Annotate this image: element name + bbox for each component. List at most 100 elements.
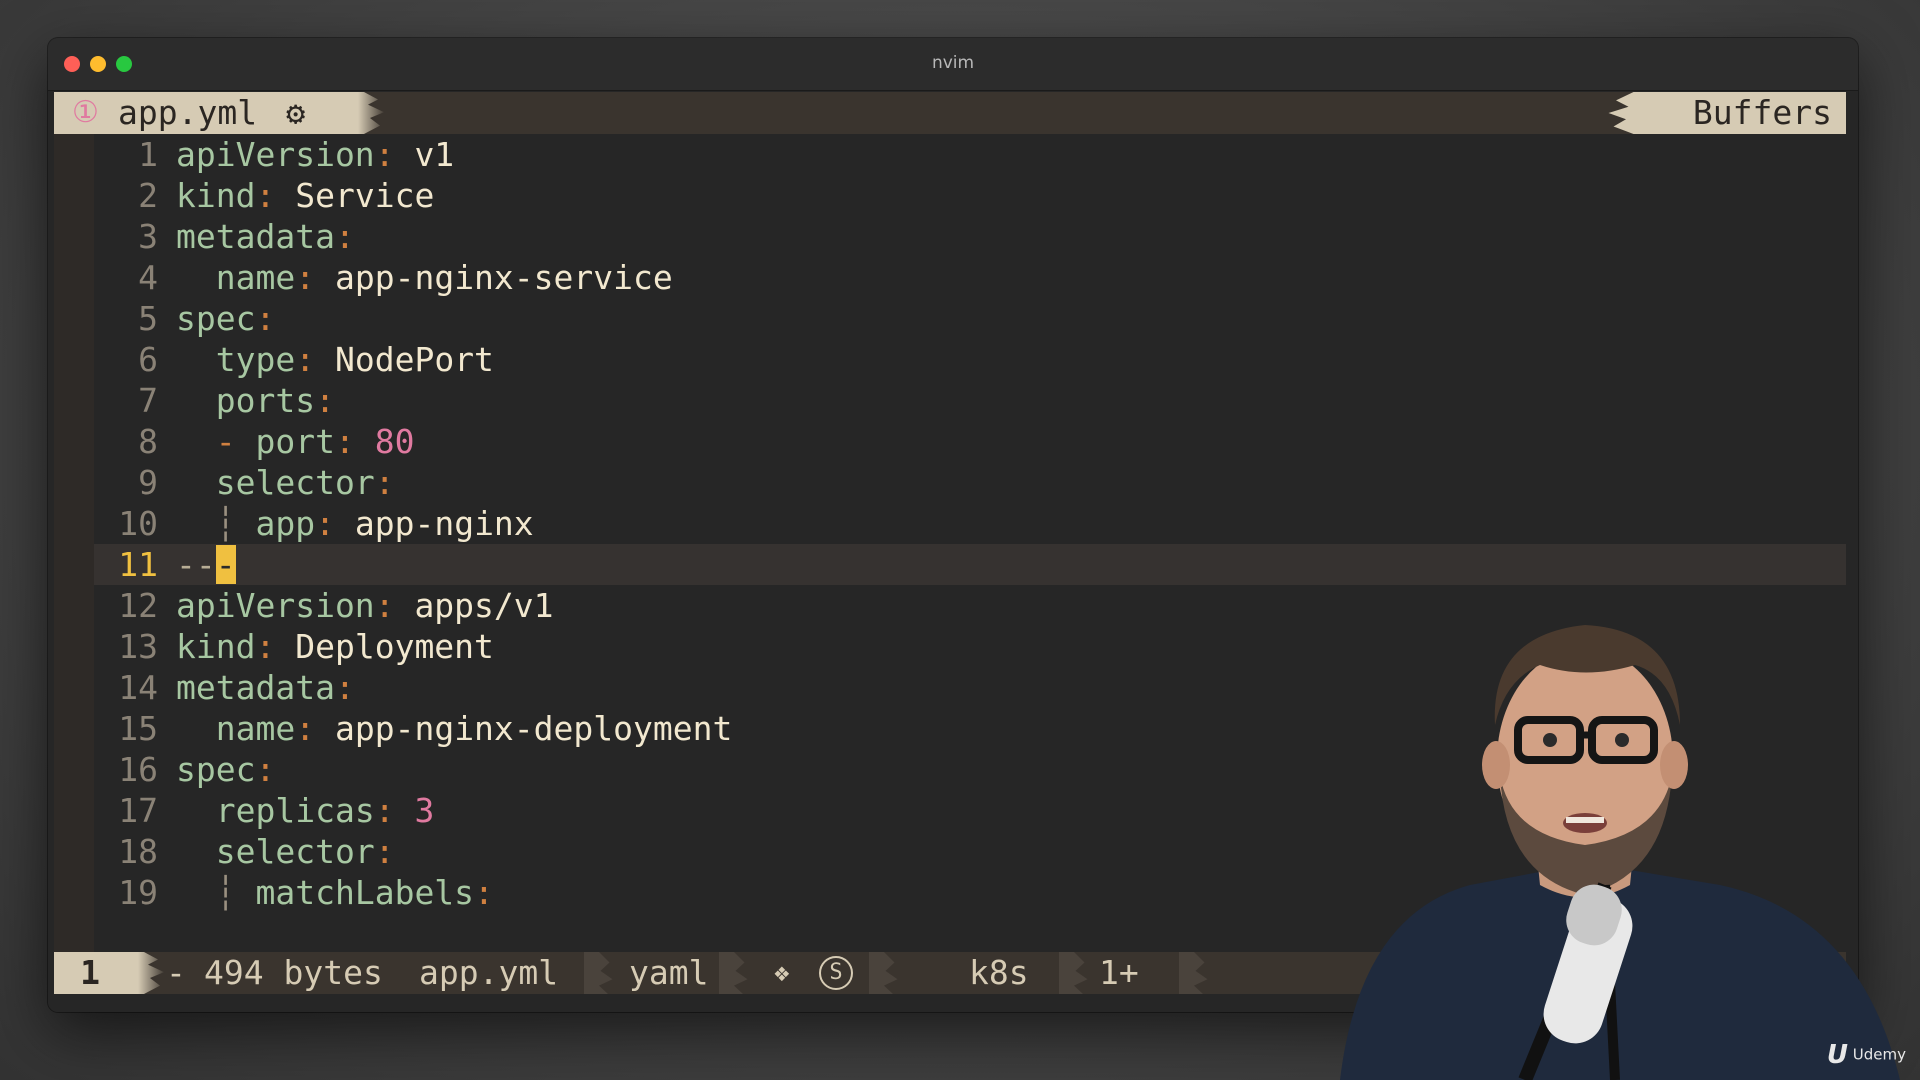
code-line[interactable]: 7 ports: — [94, 380, 1846, 421]
line-number: 19 — [118, 873, 158, 912]
tab-brush-separator — [346, 92, 384, 134]
yaml-colon: : — [295, 709, 316, 748]
line-number: 7 — [138, 381, 158, 420]
yaml-key: spec — [176, 299, 256, 338]
yaml-colon: : — [255, 750, 276, 789]
udemy-watermark: U Udemy — [1827, 1040, 1906, 1070]
line-number: 15 — [118, 709, 158, 748]
code-line[interactable]: 3 metadata: — [94, 216, 1846, 257]
line-number: 6 — [138, 340, 158, 379]
git-branch-name: k8s — [969, 953, 1029, 992]
mode-brush-separator — [126, 952, 164, 994]
nvim-tabline: ① app.yml ⚙ Buffers — [54, 92, 1846, 134]
segment-separator — [869, 952, 898, 994]
line-number: 1 — [138, 135, 158, 174]
yaml-list-dash: - — [215, 422, 236, 461]
git-changes: 1+ — [1099, 953, 1139, 992]
yaml-colon: : — [255, 627, 276, 666]
yaml-value: app-nginx-service — [334, 258, 673, 297]
yaml-value: Deployment — [295, 627, 494, 666]
yaml-colon: : — [315, 504, 335, 543]
yaml-key: apiVersion — [176, 135, 375, 174]
yaml-key: type — [215, 340, 296, 379]
text-cursor: - — [215, 545, 236, 584]
presenter-illustration — [1340, 625, 1900, 1080]
line-number: 9 — [138, 463, 158, 502]
code-line[interactable]: 10 ┆ app: app-nginx — [94, 503, 1846, 544]
mode-indicator: 1 — [54, 952, 126, 994]
yaml-key: spec — [176, 750, 256, 789]
line-number: 8 — [138, 422, 158, 461]
code-line[interactable]: 8 - port: 80 — [94, 421, 1846, 462]
gear-icon: ⚙ — [286, 94, 306, 132]
code-line[interactable]: 6 type: NodePort — [94, 339, 1846, 380]
yaml-colon: : — [374, 463, 395, 502]
line-number: 16 — [118, 750, 158, 789]
line-number: 3 — [138, 217, 158, 256]
code-line[interactable]: 5 spec: — [94, 298, 1846, 339]
filetype-label: yaml — [629, 953, 709, 992]
presenter-webcam — [1300, 585, 1920, 1080]
yaml-colon: : — [334, 217, 355, 256]
yaml-key: metadata — [176, 217, 335, 256]
yaml-key: apiVersion — [176, 586, 375, 625]
yaml-key: name — [215, 258, 296, 297]
line-number: 5 — [138, 299, 158, 338]
yaml-key: replicas — [215, 791, 375, 830]
yaml-document-separator: -- — [176, 545, 216, 584]
tab-filename: app.yml — [118, 93, 258, 132]
line-number: 17 — [118, 791, 158, 830]
segment-separator — [719, 952, 748, 994]
line-number: 13 — [118, 627, 158, 666]
yaml-colon: : — [374, 791, 395, 830]
yaml-value: Service — [295, 176, 435, 215]
udemy-logo-text: Udemy — [1852, 1045, 1906, 1064]
yaml-colon: : — [374, 135, 395, 174]
yaml-value: app-nginx — [354, 504, 534, 543]
buffer-tab-app-yml[interactable]: ① app.yml ⚙ — [54, 92, 346, 134]
udemy-logo-icon: U — [1826, 1040, 1848, 1070]
line-number: 11 — [118, 545, 158, 584]
yaml-value: NodePort — [334, 340, 494, 379]
yaml-colon: : — [255, 176, 276, 215]
yaml-key: matchLabels — [255, 873, 475, 912]
code-line[interactable]: 9 selector: — [94, 462, 1846, 503]
line-number: 14 — [118, 668, 158, 707]
yaml-colon: : — [295, 340, 316, 379]
desktop-background: nvim ① app.yml ⚙ Buffers 1 apiVersion: v1… — [0, 0, 1920, 1080]
code-line[interactable]: 4 name: app-nginx-service — [94, 257, 1846, 298]
yaml-value: app-nginx-deployment — [334, 709, 733, 748]
window-title: nvim — [931, 53, 975, 73]
code-line-current[interactable]: 11 --- — [94, 544, 1846, 585]
yaml-key: kind — [176, 627, 256, 666]
yaml-colon: : — [474, 873, 494, 912]
buffers-brush-separator — [1608, 92, 1656, 134]
yaml-colon: : — [374, 586, 395, 625]
yaml-colon: : — [255, 299, 276, 338]
yaml-key: selector — [215, 832, 375, 871]
sign-column — [54, 134, 94, 952]
yaml-number: 80 — [374, 422, 415, 461]
buffers-label[interactable]: Buffers — [1656, 92, 1846, 134]
title-bar[interactable]: nvim — [48, 38, 1858, 91]
code-line[interactable]: 2 kind: Service — [94, 175, 1846, 216]
tab-number: ① — [72, 95, 99, 130]
segment-separator — [584, 952, 613, 994]
line-number: 18 — [118, 832, 158, 871]
modified-flag: - — [166, 953, 186, 992]
yaml-value: v1 — [414, 135, 455, 174]
line-number: 4 — [138, 258, 158, 297]
yaml-colon: : — [334, 668, 355, 707]
yaml-key: name — [215, 709, 296, 748]
s-circle-icon: S — [819, 952, 853, 994]
line-number: 10 — [118, 504, 158, 543]
indent-guide: ┆ — [215, 504, 236, 543]
line-number: 2 — [138, 176, 158, 215]
yaml-key: metadata — [176, 668, 335, 707]
code-line[interactable]: 1 apiVersion: v1 — [94, 134, 1846, 175]
yaml-colon: : — [315, 381, 335, 420]
status-filename: app.yml — [419, 953, 559, 992]
indent-guide: ┆ — [215, 873, 236, 912]
yaml-colon: : — [374, 832, 395, 871]
yaml-key: app — [255, 504, 316, 543]
